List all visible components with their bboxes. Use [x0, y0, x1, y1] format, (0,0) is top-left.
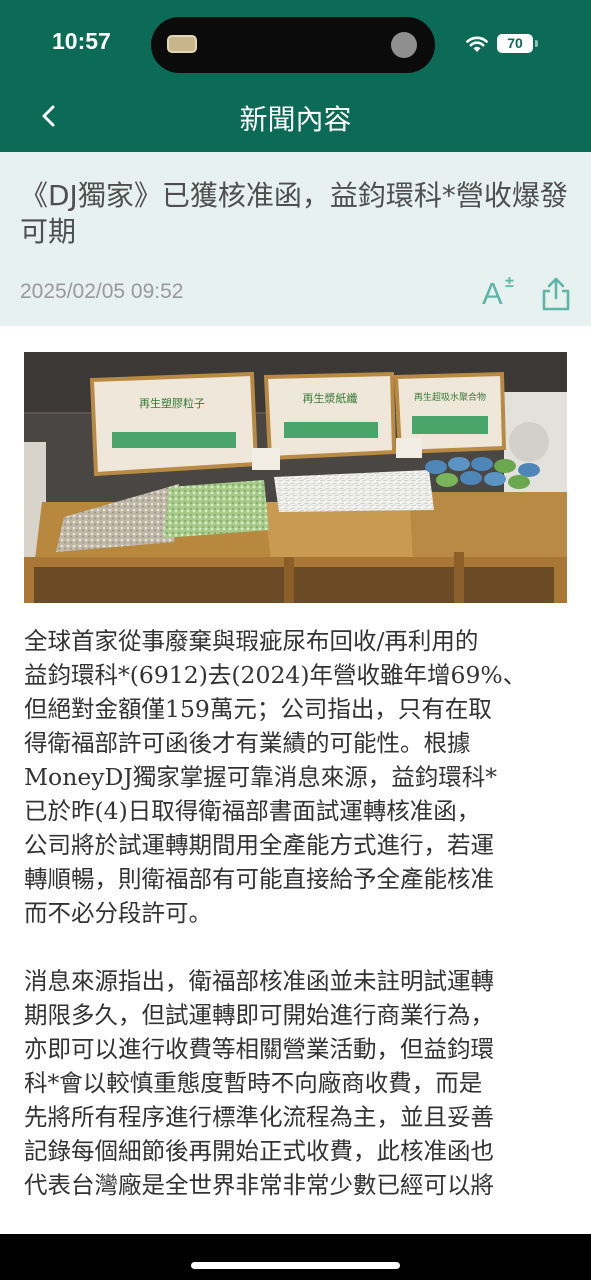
- sign-plastic: 再生塑膠粒子: [89, 371, 259, 477]
- article-paragraph-1: 全球首家從事廢棄與瑕疵尿布回收/再利用的 益鈞環科*(6912)去(2024)年…: [24, 627, 527, 927]
- article-date: 2025/02/05 09:52: [20, 280, 184, 303]
- live-activity-icon: [167, 35, 197, 53]
- share-icon[interactable]: [540, 276, 572, 312]
- svg-text:再生塑膠粒子: 再生塑膠粒子: [139, 396, 205, 410]
- camera-icon: [391, 32, 417, 58]
- dynamic-island: [151, 17, 435, 73]
- wifi-icon: [466, 36, 488, 52]
- page-title: 新聞內容: [239, 103, 352, 136]
- svg-text:再生漿紙纖: 再生漿紙纖: [303, 391, 358, 405]
- home-indicator[interactable]: [191, 1262, 400, 1269]
- article-paragraph-2: 消息來源指出，衛福部核准函並未註明試運轉 期限多久，但試運轉即可開始進行商業行為…: [24, 967, 494, 1199]
- battery-tip: [535, 40, 538, 47]
- nav-bar: 新聞內容: [0, 80, 591, 152]
- sign-pulp: 再生漿紙纖: [263, 371, 397, 461]
- article-headline: 《DJ獨家》已獲核准函，益鈞環科*營收爆發可期: [20, 179, 568, 248]
- home-indicator-area: [0, 1234, 591, 1280]
- font-size-plusminus: ±: [505, 274, 514, 291]
- article-photo: 再生塑膠粒子 再生漿紙纖 再生超吸水聚合物: [24, 352, 567, 603]
- font-size-icon: A: [482, 276, 503, 311]
- status-time: 10:57: [52, 28, 111, 54]
- article-body: 全球首家從事廢棄與瑕疵尿布回收/再利用的 益鈞環科*(6912)去(2024)年…: [24, 624, 570, 1236]
- status-bar: 10:57 70: [0, 0, 591, 80]
- article-header: 《DJ獨家》已獲核准函，益鈞環科*營收爆發可期 2025/02/05 09:52…: [0, 152, 591, 326]
- font-size-button[interactable]: A ±: [482, 274, 522, 312]
- battery-icon: 70: [497, 34, 533, 53]
- svg-text:再生超吸水聚合物: 再生超吸水聚合物: [414, 391, 486, 403]
